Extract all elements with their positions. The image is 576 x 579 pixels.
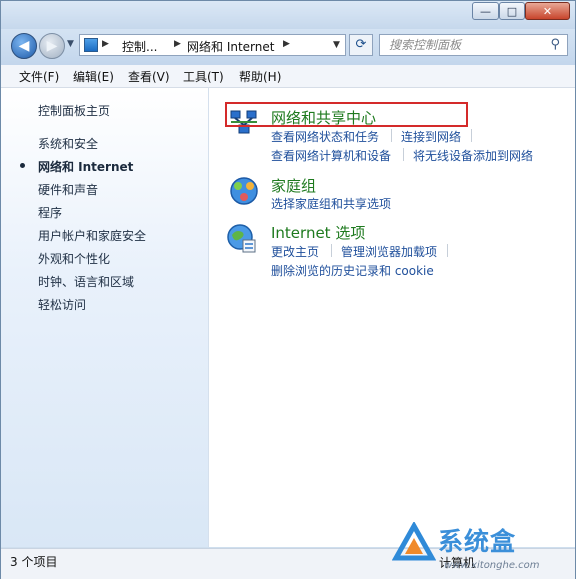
category-internet-options[interactable]: Internet 选项 xyxy=(271,222,365,243)
close-button[interactable]: ✕ xyxy=(525,2,570,20)
task-separator xyxy=(403,148,404,161)
watermark: 系统盒 www.xitonghe.com xyxy=(386,516,576,578)
search-input[interactable] xyxy=(380,35,549,55)
navigation-toolbar: ◀ ▶ ▼ ▶ 控制... ▶ 网络和 Internet ▶ ▼ ⟳ ⚲ xyxy=(1,29,575,65)
control-panel-icon xyxy=(84,38,98,52)
refresh-button[interactable]: ⟳ xyxy=(349,34,373,56)
maximize-button[interactable]: □ xyxy=(499,2,525,20)
minimize-button[interactable]: — xyxy=(472,2,499,20)
menu-file[interactable]: 文件(F) xyxy=(19,68,59,85)
breadcrumb-control-panel[interactable]: 控制... xyxy=(122,38,157,55)
menu-tools[interactable]: 工具(T) xyxy=(183,68,224,85)
sidebar-item-appearance[interactable]: 外观和个性化 xyxy=(38,250,110,267)
internet-options-icon[interactable] xyxy=(226,223,258,255)
menu-bar: 文件(F) 编辑(E) 查看(V) 工具(T) 帮助(H) xyxy=(1,65,575,88)
watermark-text: 系统盒 xyxy=(438,527,517,556)
back-button[interactable]: ◀ xyxy=(11,33,37,59)
current-item-bullet-icon xyxy=(20,163,25,168)
task-delete-browsing-history[interactable]: 删除浏览的历史记录和 cookie xyxy=(271,262,434,279)
explorer-window: — □ ✕ ◀ ▶ ▼ ▶ 控制... ▶ 网络和 Internet ▶ ▼ ⟳… xyxy=(0,0,576,579)
sidebar-item-system-security[interactable]: 系统和安全 xyxy=(38,135,98,152)
sidebar: 控制面板主页 系统和安全 网络和 Internet 硬件和声音 程序 用户帐户和… xyxy=(1,88,209,547)
task-change-homepage[interactable]: 更改主页 xyxy=(271,243,319,260)
task-separator xyxy=(331,244,332,257)
task-homegroup-sharing-options[interactable]: 选择家庭组和共享选项 xyxy=(271,195,391,212)
sidebar-item-network-internet[interactable]: 网络和 Internet xyxy=(38,158,133,175)
forward-button[interactable]: ▶ xyxy=(39,33,65,59)
task-separator xyxy=(447,244,448,257)
refresh-icon: ⟳ xyxy=(355,37,367,52)
title-bar: — □ ✕ xyxy=(1,1,575,29)
address-dropdown-icon[interactable]: ▼ xyxy=(333,40,340,50)
menu-view[interactable]: 查看(V) xyxy=(128,68,170,85)
task-separator xyxy=(471,129,472,142)
task-separator xyxy=(391,129,392,142)
homegroup-icon[interactable] xyxy=(228,175,260,207)
item-count: 3 个项目 xyxy=(10,555,58,569)
breadcrumb-separator-icon[interactable]: ▶ xyxy=(283,39,290,49)
menu-edit[interactable]: 编辑(E) xyxy=(73,68,114,85)
recent-pages-dropdown-icon[interactable]: ▼ xyxy=(67,39,74,49)
search-icon[interactable]: ⚲ xyxy=(550,37,560,52)
highlight-box xyxy=(225,102,468,127)
category-homegroup[interactable]: 家庭组 xyxy=(271,175,316,196)
breadcrumb-network-internet[interactable]: 网络和 Internet xyxy=(187,38,274,55)
sidebar-item-clock-language-region[interactable]: 时钟、语言和区域 xyxy=(38,273,134,290)
task-connect-to-network[interactable]: 连接到网络 xyxy=(401,128,461,145)
search-box[interactable]: ⚲ xyxy=(379,34,568,56)
watermark-logo-icon xyxy=(392,522,436,561)
sidebar-item-user-accounts[interactable]: 用户帐户和家庭安全 xyxy=(38,227,146,244)
task-view-network-computers[interactable]: 查看网络计算机和设备 xyxy=(271,147,391,164)
sidebar-item-control-panel-home[interactable]: 控制面板主页 xyxy=(38,102,110,119)
sidebar-item-hardware-sound[interactable]: 硬件和声音 xyxy=(38,181,98,198)
task-manage-add-ons[interactable]: 管理浏览器加载项 xyxy=(341,243,437,260)
breadcrumb-separator-icon[interactable]: ▶ xyxy=(102,39,109,49)
address-bar[interactable]: ▶ 控制... ▶ 网络和 Internet ▶ ▼ xyxy=(79,34,346,56)
task-add-wireless-device[interactable]: 将无线设备添加到网络 xyxy=(413,147,533,164)
watermark-url: www.xitonghe.com xyxy=(444,560,540,571)
sidebar-item-ease-of-access[interactable]: 轻松访问 xyxy=(38,296,86,313)
breadcrumb-separator-icon[interactable]: ▶ xyxy=(174,39,181,49)
menu-help[interactable]: 帮助(H) xyxy=(239,68,281,85)
task-view-network-status[interactable]: 查看网络状态和任务 xyxy=(271,128,379,145)
sidebar-item-programs[interactable]: 程序 xyxy=(38,204,62,221)
